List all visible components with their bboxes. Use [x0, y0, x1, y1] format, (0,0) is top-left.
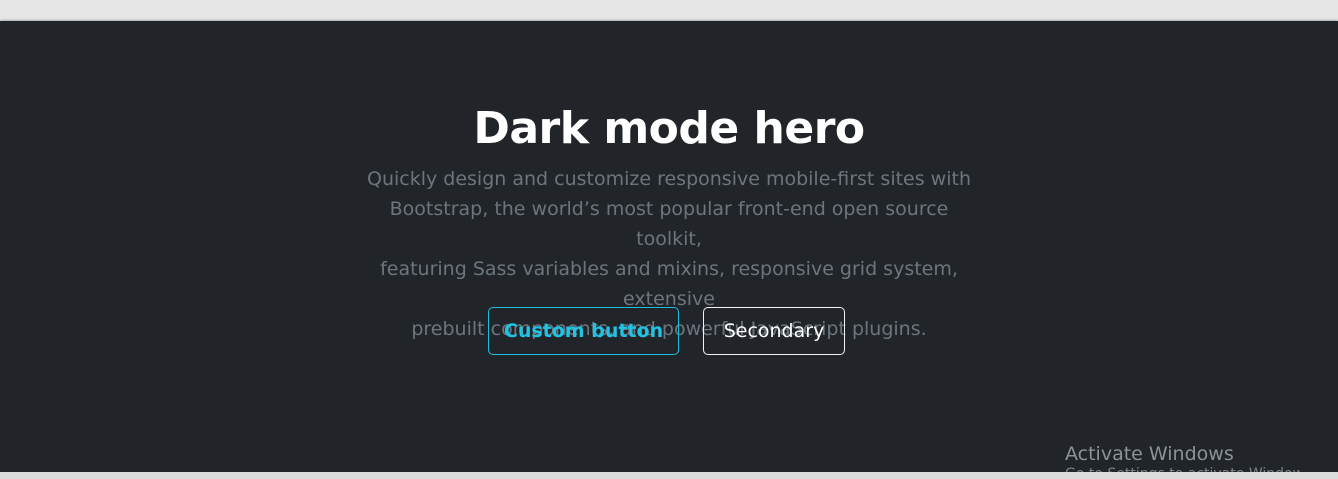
hero-lead-line-3: featuring Sass variables and mixins, res…: [380, 258, 958, 310]
secondary-button[interactable]: Secondary: [703, 307, 845, 355]
activate-windows-watermark: Activate Windows: [1065, 443, 1234, 465]
hero-title: Dark mode hero: [473, 103, 865, 154]
hero-lead-line-1: Quickly design and customize responsive …: [367, 168, 971, 190]
custom-button[interactable]: Custom button: [488, 307, 679, 355]
window-top-strip: [0, 0, 1338, 21]
hero-lead-line-2: Bootstrap, the world’s most popular fron…: [389, 198, 949, 250]
activate-windows-subtext: Go to Settings to activate Windows.: [1065, 466, 1300, 472]
window-bottom-strip: [0, 472, 1338, 479]
